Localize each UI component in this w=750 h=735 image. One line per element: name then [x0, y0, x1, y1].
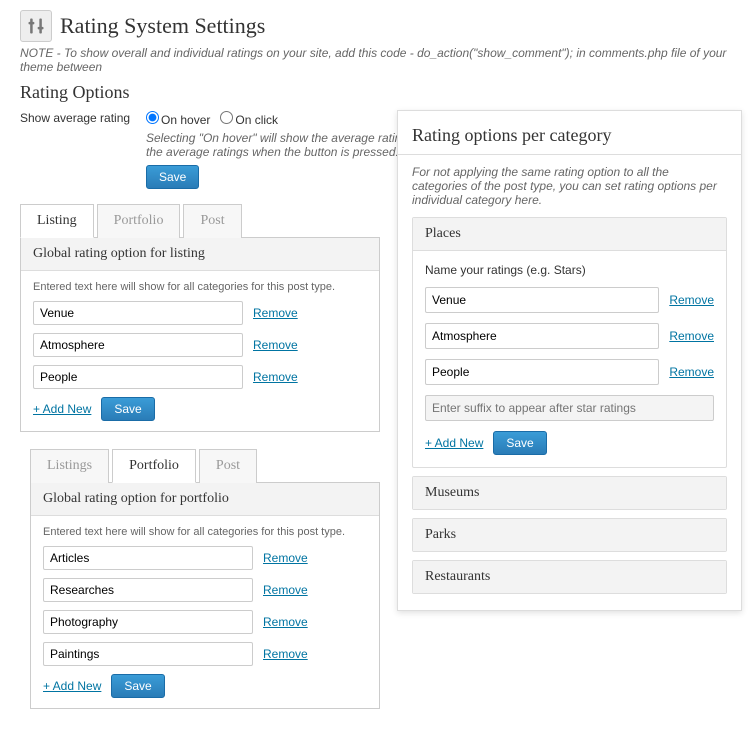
avg-on-hover-radio[interactable] [146, 111, 159, 124]
avg-on-click-radio[interactable] [220, 111, 233, 124]
note-text: NOTE - To show overall and individual ra… [20, 46, 730, 74]
rp-section-places: Places Name your ratings (e.g. Stars) Re… [412, 217, 727, 468]
rp-section-parks: Parks [412, 518, 727, 552]
tab-listing[interactable]: Listing [20, 204, 94, 238]
tab-portfolio-2[interactable]: Portfolio [112, 449, 196, 483]
listing-remove-2[interactable]: Remove [253, 338, 298, 352]
avg-save-button[interactable]: Save [146, 165, 199, 189]
portfolio-save-button[interactable]: Save [111, 674, 164, 698]
portfolio-remove-3[interactable]: Remove [263, 615, 308, 629]
places-remove-3[interactable]: Remove [669, 365, 714, 379]
listing-remove-1[interactable]: Remove [253, 306, 298, 320]
listing-save-button[interactable]: Save [101, 397, 154, 421]
rp-head-restaurants[interactable]: Restaurants [413, 561, 726, 593]
places-save-button[interactable]: Save [493, 431, 546, 455]
portfolio-panel-title: Global rating option for portfolio [31, 483, 379, 516]
rp-places-label: Name your ratings (e.g. Stars) [425, 263, 714, 277]
tab-post-2[interactable]: Post [199, 449, 257, 483]
rp-head-places[interactable]: Places [413, 218, 726, 251]
portfolio-rating-input-4[interactable] [43, 642, 253, 666]
tab-listings-2[interactable]: Listings [30, 449, 109, 483]
rp-head-parks[interactable]: Parks [413, 519, 726, 551]
rp-head-museums[interactable]: Museums [413, 477, 726, 509]
listing-add-new[interactable]: + Add New [33, 402, 91, 416]
listing-panel-title: Global rating option for listing [21, 238, 379, 271]
listing-rating-input-3[interactable] [33, 365, 243, 389]
page-title: Rating System Settings [60, 13, 265, 39]
portfolio-rating-input-1[interactable] [43, 546, 253, 570]
tabs-1: Listing Portfolio Post [20, 203, 380, 238]
places-remove-1[interactable]: Remove [669, 293, 714, 307]
listing-rating-input-2[interactable] [33, 333, 243, 357]
places-add-new[interactable]: + Add New [425, 436, 483, 450]
places-rating-input-1[interactable] [425, 287, 659, 313]
places-suffix-input[interactable] [425, 395, 714, 421]
show-avg-label: Show average rating [20, 111, 140, 125]
portfolio-hint: Entered text here will show for all cate… [43, 526, 367, 538]
rating-options-heading: Rating Options [20, 82, 730, 103]
avg-on-click-option[interactable]: On click [220, 111, 278, 127]
rating-per-category-panel: Rating options per category For not appl… [397, 110, 742, 611]
portfolio-rating-input-2[interactable] [43, 578, 253, 602]
tab-portfolio[interactable]: Portfolio [97, 204, 181, 238]
rp-section-museums: Museums [412, 476, 727, 510]
tabs-2: Listings Portfolio Post [30, 448, 380, 483]
portfolio-remove-4[interactable]: Remove [263, 647, 308, 661]
listing-rating-input-1[interactable] [33, 301, 243, 325]
portfolio-remove-1[interactable]: Remove [263, 551, 308, 565]
places-rating-input-3[interactable] [425, 359, 659, 385]
rp-section-restaurants: Restaurants [412, 560, 727, 594]
portfolio-panel: Global rating option for portfolio Enter… [30, 483, 380, 709]
listing-hint: Entered text here will show for all cate… [33, 281, 367, 293]
rp-divider [398, 154, 741, 155]
portfolio-remove-2[interactable]: Remove [263, 583, 308, 597]
rp-desc: For not applying the same rating option … [412, 165, 727, 207]
tab-post[interactable]: Post [183, 204, 241, 238]
places-rating-input-2[interactable] [425, 323, 659, 349]
rp-title: Rating options per category [412, 125, 727, 146]
avg-on-hover-option[interactable]: On hover [146, 111, 210, 127]
listing-remove-3[interactable]: Remove [253, 370, 298, 384]
portfolio-rating-input-3[interactable] [43, 610, 253, 634]
portfolio-add-new[interactable]: + Add New [43, 679, 101, 693]
places-remove-2[interactable]: Remove [669, 329, 714, 343]
settings-icon [20, 10, 52, 42]
listing-panel: Global rating option for listing Entered… [20, 238, 380, 432]
